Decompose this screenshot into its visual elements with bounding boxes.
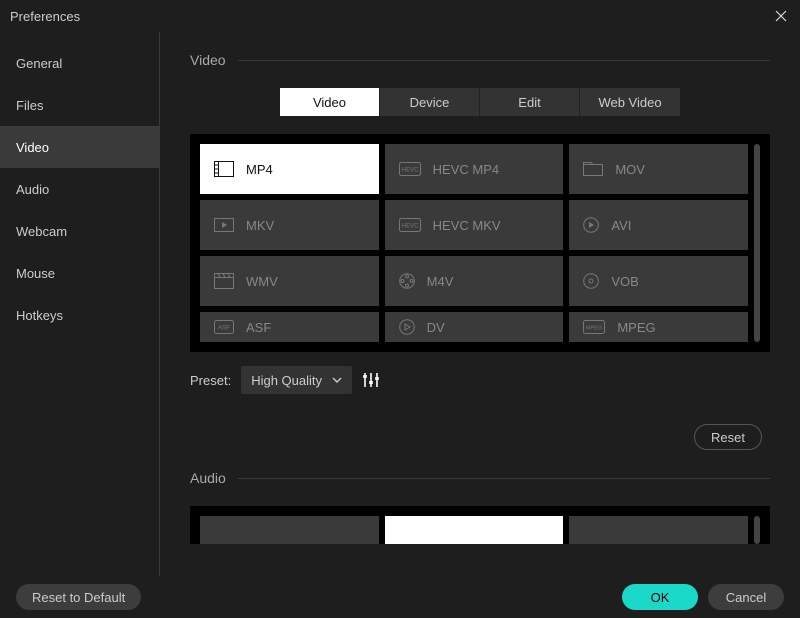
audio-format-item[interactable] xyxy=(385,516,564,544)
svg-text:ASF: ASF xyxy=(218,326,230,332)
hevc-icon: HEVC xyxy=(399,162,421,176)
format-item-vob[interactable]: VOB xyxy=(569,256,748,306)
disc-icon xyxy=(583,273,599,289)
audio-format-item[interactable] xyxy=(569,516,748,544)
chevron-down-icon xyxy=(332,377,342,383)
sidebar-item-hotkeys[interactable]: Hotkeys xyxy=(0,294,159,336)
section-title-audio: Audio xyxy=(190,470,226,486)
format-item-mpeg[interactable]: MPEG MPEG xyxy=(569,312,748,342)
svg-text:HEVC: HEVC xyxy=(401,224,418,230)
sliders-icon[interactable] xyxy=(362,372,380,388)
audio-scrollbar[interactable] xyxy=(754,516,760,544)
format-item-mkv[interactable]: MKV xyxy=(200,200,379,250)
tab-web-video[interactable]: Web Video xyxy=(580,88,680,116)
sidebar-item-webcam[interactable]: Webcam xyxy=(0,210,159,252)
format-item-wmv[interactable]: WMV xyxy=(200,256,379,306)
audio-format-panel xyxy=(190,506,770,544)
play-circle-icon xyxy=(583,217,599,233)
main-panel: Video Video Device Edit Web Video MP4 HE… xyxy=(160,32,800,576)
asf-icon: ASF xyxy=(214,320,234,334)
sidebar-item-files[interactable]: Files xyxy=(0,84,159,126)
preset-label: Preset: xyxy=(190,373,231,388)
film-icon xyxy=(214,161,234,177)
mpeg-icon: MPEG xyxy=(583,320,605,334)
sidebar-item-video[interactable]: Video xyxy=(0,126,159,168)
tab-device[interactable]: Device xyxy=(380,88,480,116)
section-title-video: Video xyxy=(190,52,226,68)
window-title: Preferences xyxy=(10,9,80,24)
clapper-icon xyxy=(214,273,234,289)
format-item-avi[interactable]: AVI xyxy=(569,200,748,250)
svg-text:MPEG: MPEG xyxy=(586,326,602,332)
tab-video[interactable]: Video xyxy=(280,88,380,116)
audio-section: Audio xyxy=(190,470,770,544)
format-tabs: Video Device Edit Web Video xyxy=(190,88,770,116)
format-item-m4v[interactable]: M4V xyxy=(385,256,564,306)
format-scrollbar[interactable] xyxy=(754,144,760,342)
sidebar-item-mouse[interactable]: Mouse xyxy=(0,252,159,294)
footer: Reset to Default OK Cancel xyxy=(0,576,800,618)
format-item-hevc-mp4[interactable]: HEVC HEVC MP4 xyxy=(385,144,564,194)
hevc-icon: HEVC xyxy=(399,218,421,232)
format-item-mp4[interactable]: MP4 xyxy=(200,144,379,194)
tab-edit[interactable]: Edit xyxy=(480,88,580,116)
format-item-hevc-mkv[interactable]: HEVC HEVC MKV xyxy=(385,200,564,250)
sidebar: General Files Video Audio Webcam Mouse H… xyxy=(0,32,160,576)
audio-format-item[interactable] xyxy=(200,516,379,544)
play-rect-icon xyxy=(214,218,234,232)
format-item-dv[interactable]: DV xyxy=(385,312,564,342)
reset-button[interactable]: Reset xyxy=(694,424,762,450)
format-panel: MP4 HEVC HEVC MP4 MOV MKV xyxy=(190,134,770,352)
format-item-asf[interactable]: ASF ASF xyxy=(200,312,379,342)
svg-text:HEVC: HEVC xyxy=(401,168,418,174)
reset-default-button[interactable]: Reset to Default xyxy=(16,584,141,610)
dv-icon xyxy=(399,319,415,335)
ok-button[interactable]: OK xyxy=(622,584,698,610)
cancel-button[interactable]: Cancel xyxy=(708,584,784,610)
titlebar: Preferences xyxy=(0,0,800,32)
preset-select[interactable]: High Quality xyxy=(241,366,352,394)
sidebar-item-audio[interactable]: Audio xyxy=(0,168,159,210)
sidebar-item-general[interactable]: General xyxy=(0,42,159,84)
folder-icon xyxy=(583,162,603,176)
video-section: Video Video Device Edit Web Video MP4 HE… xyxy=(190,52,770,450)
close-icon[interactable] xyxy=(772,7,790,25)
reel-icon xyxy=(399,273,415,289)
format-item-mov[interactable]: MOV xyxy=(569,144,748,194)
